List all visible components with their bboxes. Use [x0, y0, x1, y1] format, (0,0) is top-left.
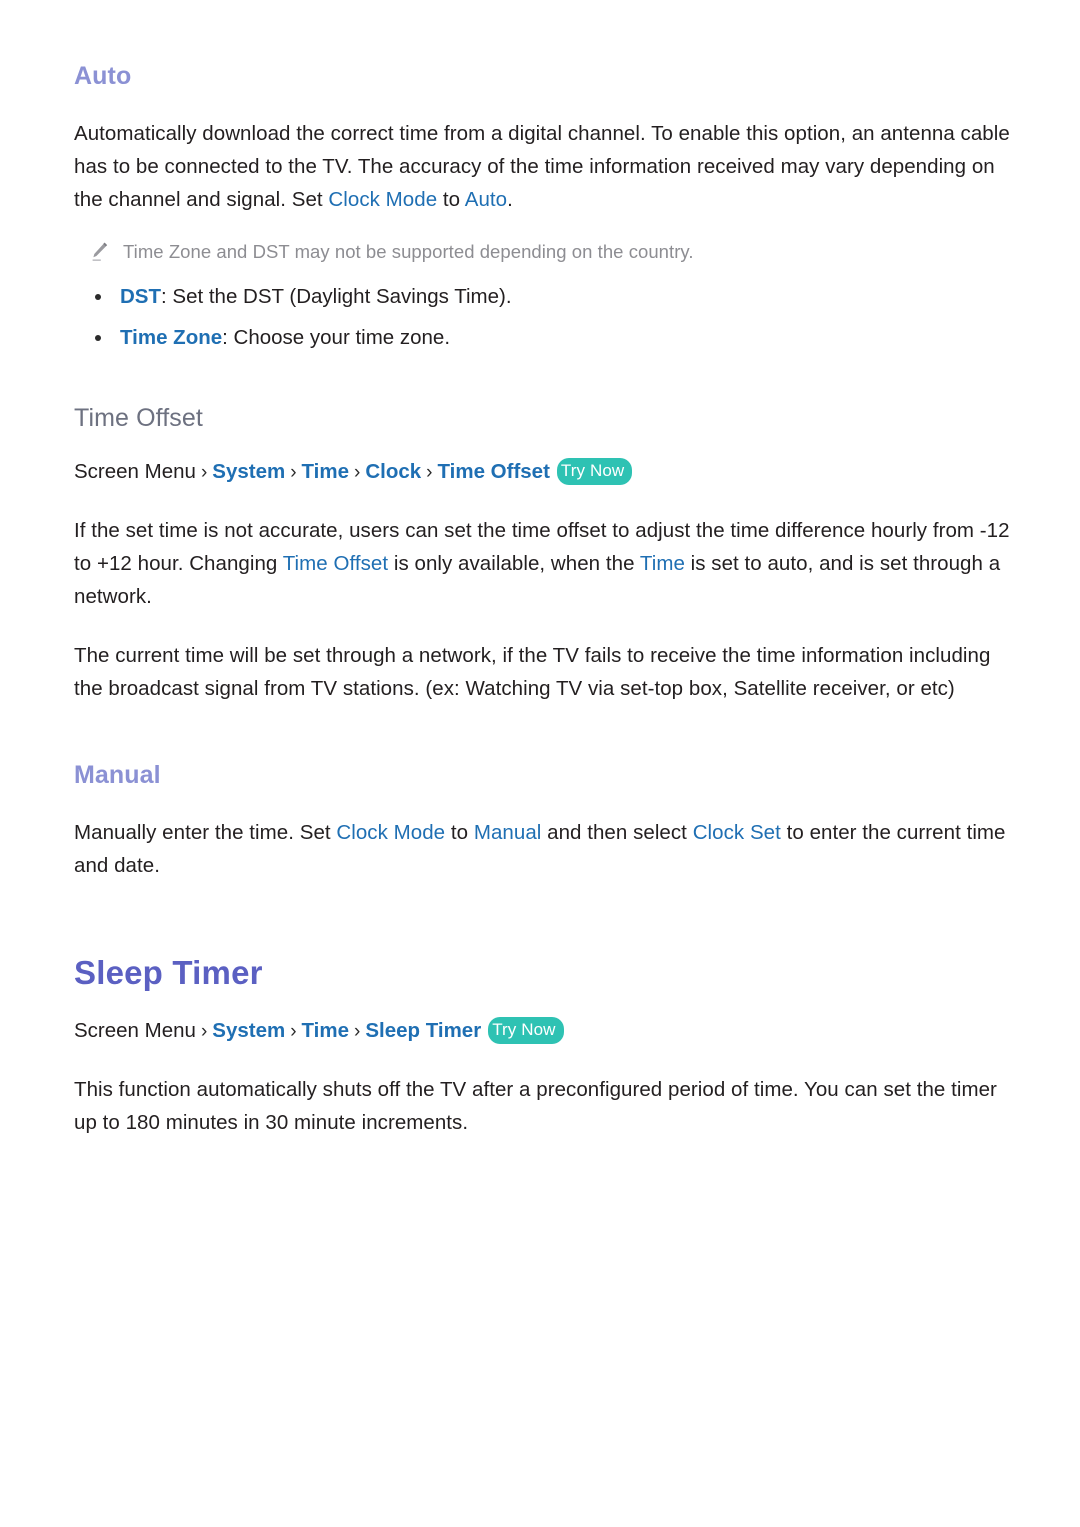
breadcrumb-separator: ›: [354, 1021, 361, 1042]
list-item: Time Zone: Choose your time zone.: [74, 321, 1010, 354]
heading-manual: Manual: [74, 761, 161, 789]
manual-text-3: and then select: [541, 821, 693, 844]
link-clock-mode[interactable]: Clock Mode: [336, 821, 445, 844]
auto-paragraph: Automatically download the correct time …: [74, 117, 1010, 216]
link-time[interactable]: Time: [640, 552, 685, 575]
breadcrumb-root: Screen Menu: [74, 1019, 196, 1042]
heading-auto: Auto: [74, 62, 132, 90]
try-now-badge[interactable]: Try Now: [488, 1017, 564, 1044]
breadcrumb-separator: ›: [290, 1021, 297, 1042]
content-column: Auto Automatically download the correct …: [74, 62, 1010, 1139]
breadcrumb-sleep-timer: Screen Menu › System › Time › Sleep Timer Try N…: [74, 1016, 1010, 1047]
manual-paragraph: Manually enter the time. Set Clock Mode …: [74, 816, 1010, 882]
heading-sleep-timer: Sleep Timer: [74, 954, 263, 991]
link-auto[interactable]: Auto: [465, 188, 507, 211]
link-manual[interactable]: Manual: [474, 821, 542, 844]
heading-time-offset: Time Offset: [74, 404, 203, 432]
auto-bullet-list: DST: Set the DST (Daylight Savings Time)…: [74, 280, 1010, 354]
breadcrumb-separator: ›: [200, 1021, 208, 1042]
breadcrumb-root: Screen Menu: [74, 460, 196, 483]
auto-paragraph-text-1: Automatically download the correct time …: [74, 122, 1010, 211]
bullet-text-time-zone: : Choose your time zone.: [222, 326, 451, 349]
breadcrumb-separator: ›: [426, 462, 433, 483]
manual-text-1: Manually enter the time. Set: [74, 821, 337, 844]
breadcrumb-separator: ›: [354, 462, 361, 483]
section-time-offset: Time Offset Screen Menu › System › Time › Cloc…: [74, 404, 1010, 705]
link-clock-set[interactable]: Clock Set: [693, 821, 781, 844]
sleep-timer-paragraph: This function automatically shuts off th…: [74, 1078, 997, 1134]
breadcrumb-item-sleep-timer[interactable]: Sleep Timer: [365, 1019, 481, 1042]
auto-paragraph-text-3: .: [507, 188, 513, 211]
breadcrumb-item-clock[interactable]: Clock: [365, 460, 421, 483]
time-offset-paragraph-2: The current time will be set through a n…: [74, 644, 991, 700]
breadcrumb-item-time[interactable]: Time: [302, 460, 349, 483]
bullet-text-dst: : Set the DST (Daylight Savings Time).: [161, 285, 512, 308]
breadcrumb-time-offset: Screen Menu › System › Time › Clock › Time Offse…: [74, 457, 1010, 488]
auto-paragraph-text-2: to: [437, 188, 465, 211]
breadcrumb-item-system[interactable]: System: [212, 1019, 285, 1042]
breadcrumb-item-time[interactable]: Time: [302, 1019, 349, 1042]
time-offset-text-2: is only available, when the: [388, 552, 640, 575]
bullet-term-dst[interactable]: DST: [120, 285, 161, 308]
breadcrumb-separator: ›: [290, 462, 297, 483]
note-row: Time Zone and DST may not be supported d…: [74, 238, 1010, 266]
time-offset-paragraph-1: If the set time is not accurate, users c…: [74, 514, 1010, 613]
bullet-term-time-zone[interactable]: Time Zone: [120, 326, 222, 349]
manual-text-2: to: [445, 821, 474, 844]
link-time-offset[interactable]: Time Offset: [283, 552, 388, 575]
pencil-icon: [89, 241, 109, 263]
document-page: Auto Automatically download the correct …: [0, 0, 1080, 1527]
link-clock-mode[interactable]: Clock Mode: [328, 188, 437, 211]
try-now-badge[interactable]: Try Now: [556, 458, 633, 485]
note-text: Time Zone and DST may not be supported d…: [123, 241, 694, 262]
breadcrumb-item-system[interactable]: System: [212, 460, 285, 483]
list-item: DST: Set the DST (Daylight Savings Time)…: [74, 280, 1010, 313]
breadcrumb-separator: ›: [200, 462, 208, 483]
breadcrumb-item-time-offset[interactable]: Time Offset: [438, 460, 550, 483]
section-sleep-timer: Sleep Timer Screen Menu › System › Time › Slee…: [74, 954, 1010, 1139]
